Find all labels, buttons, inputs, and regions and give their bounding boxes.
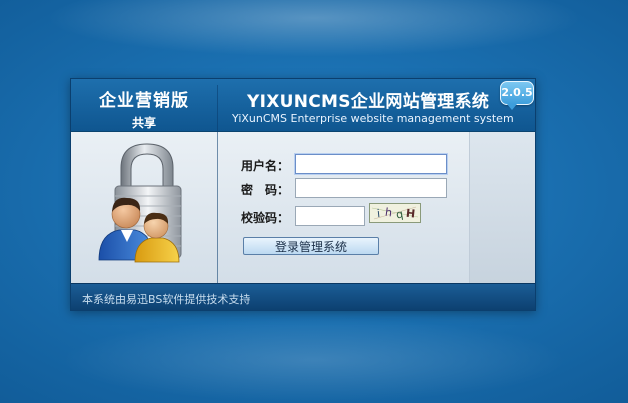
edition-sub: 共享 — [131, 116, 156, 130]
background-glow-bottom — [0, 300, 628, 403]
footer-text: 本系统由易迅BS软件提供技术支持 — [82, 293, 251, 306]
panel-footer: 本系统由易迅BS软件提供技术支持 — [71, 283, 535, 310]
login-button[interactable]: 登录管理系统 — [243, 237, 379, 255]
login-form: 用户名： 密 码： 校验码： i h q H 登录管理系统 — [241, 144, 469, 274]
system-title: YIXUNCMS企业网站管理系统 — [247, 92, 490, 112]
title-area: YIXUNCMS企业网站管理系统 YiXunCMS Enterprise web… — [221, 79, 535, 131]
system-subtitle: YiXunCMS Enterprise website management s… — [232, 112, 514, 125]
password-input[interactable] — [295, 178, 447, 198]
captcha-label: 校验码： — [241, 211, 290, 225]
username-input[interactable] — [295, 154, 447, 174]
login-panel: 企业营销版 共享 YIXUNCMS企业网站管理系统 YiXunCMS Enter… — [70, 78, 536, 311]
captcha-image[interactable]: i h q H — [369, 203, 421, 223]
header-divider — [217, 85, 218, 285]
edition-name: 企业营销版 — [99, 91, 189, 111]
captcha-row: 校验码： i h q H — [241, 203, 469, 226]
username-label: 用户名： — [241, 159, 290, 173]
captcha-input[interactable] — [295, 206, 365, 226]
password-row: 密 码： — [241, 178, 469, 198]
body-side-strip — [469, 132, 535, 283]
username-row: 用户名： — [241, 154, 469, 174]
password-label: 密 码： — [241, 183, 290, 197]
panel-body: 用户名： 密 码： 校验码： i h q H 登录管理系统 — [71, 132, 535, 283]
edition-block: 企业营销版 共享 — [71, 79, 217, 131]
svg-text:H: H — [405, 207, 416, 221]
panel-header: 企业营销版 共享 YIXUNCMS企业网站管理系统 YiXunCMS Enter… — [71, 79, 535, 132]
lock-illustration — [93, 138, 201, 268]
version-badge: 2.0.5 — [500, 81, 534, 110]
background-glow-top — [0, 0, 628, 90]
